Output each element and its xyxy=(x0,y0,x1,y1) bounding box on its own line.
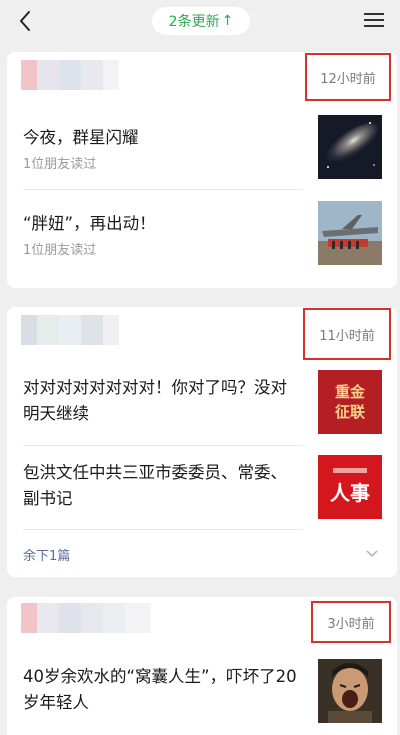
timestamp-highlight: 11小时前 xyxy=(303,308,391,360)
account-avatar-blurred xyxy=(21,315,119,345)
article-title: “胖妞”，再出动！ xyxy=(23,214,156,233)
article-item[interactable]: 对对对对对对对对！你对了吗？没对明天继续 重金 征联 xyxy=(7,370,397,454)
timestamp: 11小时前 xyxy=(319,328,375,344)
article-title: 对对对对对对对对！你对了吗？没对明天继续 xyxy=(23,378,287,423)
badge-zhongjin-image: 重金 征联 xyxy=(318,370,382,434)
badge-line: 人事 xyxy=(330,481,370,505)
feed-card: 12小时前 今夜，群星闪耀 1位朋友读过 “胖妞”，再出动！ 1位朋友读过 xyxy=(7,52,397,288)
feed-card: 11小时前 对对对对对对对对！你对了吗？没对明天继续 重金 征联 包洪文任中共三… xyxy=(7,307,397,577)
badge-logo xyxy=(333,468,367,473)
top-bar: 2条更新 ↑ xyxy=(0,0,400,44)
more-articles-link[interactable]: 余下1篇 xyxy=(23,545,70,564)
account-avatar-blurred xyxy=(21,60,119,90)
article-item[interactable]: 40岁余欢水的“窝囊人生”，吓坏了20岁年轻人 xyxy=(7,659,397,735)
galaxy-image xyxy=(318,115,382,179)
badge-line: 征联 xyxy=(334,403,365,421)
article-item[interactable]: 包洪文任中共三亚市委委员、常委、副书记 人事 xyxy=(7,455,397,539)
timestamp-highlight: 3小时前 xyxy=(311,601,391,643)
divider xyxy=(23,189,303,190)
timestamp-highlight: 12小时前 xyxy=(305,53,391,101)
timestamp: 3小时前 xyxy=(327,616,375,632)
account-avatar-blurred xyxy=(21,603,151,633)
article-item[interactable]: 今夜，群星闪耀 1位朋友读过 xyxy=(7,115,397,199)
feed-card: 3小时前 40岁余欢水的“窝囊人生”，吓坏了20岁年轻人 xyxy=(7,597,397,735)
updates-button[interactable]: 2条更新 ↑ xyxy=(152,7,250,35)
article-title: 包洪文任中共三亚市委委员、常委、副书记 xyxy=(23,463,287,508)
article-title: 40岁余欢水的“窝囊人生”，吓坏了20岁年轻人 xyxy=(23,667,297,712)
menu-button[interactable] xyxy=(364,10,384,30)
article-title: 今夜，群星闪耀 xyxy=(23,128,139,147)
badge-line: 重金 xyxy=(334,383,365,401)
chevron-left-icon xyxy=(20,11,30,31)
read-by-friends: 1位朋友读过 xyxy=(23,243,97,258)
menu-line xyxy=(364,19,384,21)
badge-renshi-image: 人事 xyxy=(318,455,382,519)
aircraft-image xyxy=(318,201,382,265)
updates-label: 2条更新 xyxy=(168,14,220,30)
menu-line xyxy=(364,13,384,15)
article-item[interactable]: “胖妞”，再出动！ 1位朋友读过 xyxy=(7,201,397,285)
divider xyxy=(23,529,303,530)
menu-line xyxy=(364,25,384,27)
timestamp: 12小时前 xyxy=(320,71,376,87)
arrow-up-icon: ↑ xyxy=(221,13,234,29)
screaming-man-image xyxy=(318,659,382,723)
divider xyxy=(23,445,303,446)
read-by-friends: 1位朋友读过 xyxy=(23,157,97,172)
back-button[interactable] xyxy=(12,8,38,34)
chevron-down-icon[interactable] xyxy=(365,547,379,561)
